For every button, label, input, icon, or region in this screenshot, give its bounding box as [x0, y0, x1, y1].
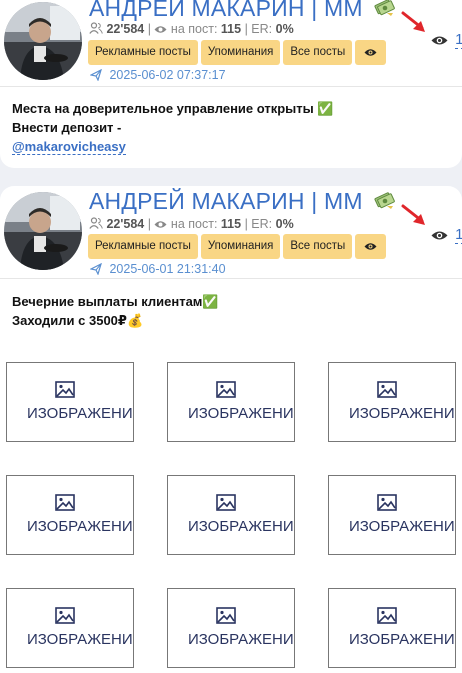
image-placeholder[interactable]: ИЗОБРАЖЕНИЕ	[6, 588, 134, 668]
image-placeholder[interactable]: ИЗОБРАЖЕНИЕ	[167, 362, 295, 442]
image-grid: ИЗОБРАЖЕНИЕ ИЗОБРАЖЕНИЕ ИЗОБРАЖЕНИЕ ИЗОБ…	[6, 362, 462, 673]
eye-icon	[431, 36, 448, 45]
image-label: ИЗОБРАЖЕНИЕ	[27, 405, 134, 422]
ads-posts-button[interactable]: Рекламные посты	[88, 234, 198, 259]
all-posts-button[interactable]: Все посты	[283, 234, 353, 259]
image-label: ИЗОБРАЖЕНИЕ	[27, 631, 134, 648]
image-placeholder[interactable]: ИЗОБРАЖЕНИЕ	[328, 588, 456, 668]
post-text-line: Внести депозит -	[12, 120, 122, 135]
post-date-text: 2025-06-01 21:31:40	[109, 262, 226, 276]
views-count[interactable]: 1	[455, 31, 462, 49]
subscribers-count: 22'584	[106, 217, 145, 231]
eye-icon	[431, 231, 448, 240]
channel-link[interactable]: @makarovicheasy	[12, 139, 126, 155]
eye-icon	[154, 218, 167, 232]
all-posts-button[interactable]: Все посты	[283, 40, 353, 65]
channel-stats: 22'584 | на пост: 115 | ER: 0%	[89, 217, 294, 232]
users-icon	[89, 217, 103, 232]
users-icon	[89, 22, 103, 37]
channel-stats: 22'584 | на пост: 115 | ER: 0%	[89, 22, 294, 37]
image-placeholder-icon	[55, 607, 75, 624]
image-label: ИЗОБРАЖЕНИЕ	[349, 518, 456, 535]
image-label: ИЗОБРАЖЕНИЕ	[349, 631, 456, 648]
divider	[0, 86, 462, 87]
eye-icon	[364, 243, 377, 250]
separator: |	[244, 217, 248, 231]
post-text-line: Места на доверительное управление открыт…	[12, 101, 334, 116]
er-value: 0%	[275, 217, 294, 231]
eye-icon	[364, 49, 377, 56]
image-label: ИЗОБРАЖЕНИЕ	[27, 518, 134, 535]
eye-icon	[154, 23, 167, 37]
er-label: ER:	[251, 217, 273, 231]
mentions-button[interactable]: Упоминания	[200, 40, 281, 65]
image-placeholder-icon	[216, 607, 236, 624]
per-post-label: на пост:	[170, 217, 218, 231]
channel-title[interactable]: АНДРЕЙ МАКАРИН | ММ	[89, 0, 396, 24]
red-arrow-annotation	[401, 204, 425, 225]
channel-title-text[interactable]: АНДРЕЙ МАКАРИН | ММ	[89, 0, 363, 21]
image-placeholder-icon	[216, 494, 236, 511]
post-filter-buttons: Рекламные посты Упоминания Все посты	[88, 40, 387, 65]
image-label: ИЗОБРАЖЕНИЕ	[188, 405, 295, 422]
view-post-button[interactable]	[355, 40, 387, 65]
image-placeholder[interactable]: ИЗОБРАЖЕНИЕ	[6, 475, 134, 555]
views-counter[interactable]: 1	[431, 31, 462, 49]
money-emoji-icon	[373, 189, 396, 217]
view-post-button[interactable]	[355, 234, 387, 259]
post-text-line: Заходили с 3500₽💰	[12, 313, 144, 328]
per-post-value: 115	[220, 217, 242, 231]
image-placeholder-icon	[377, 381, 397, 398]
subscribers-count: 22'584	[106, 22, 145, 36]
per-post-value: 115	[220, 22, 242, 36]
image-placeholder-icon	[55, 381, 75, 398]
views-counter[interactable]: 1	[431, 226, 462, 244]
image-label: ИЗОБРАЖЕНИЕ	[188, 631, 295, 648]
image-placeholder[interactable]: ИЗОБРАЖЕНИЕ	[167, 475, 295, 555]
post-text: Места на доверительное управление открыт…	[12, 99, 334, 156]
send-icon	[89, 68, 102, 84]
image-placeholder-icon	[377, 607, 397, 624]
image-placeholder-icon	[216, 381, 236, 398]
image-label: ИЗОБРАЖЕНИЕ	[349, 405, 456, 422]
channel-avatar[interactable]	[4, 2, 82, 80]
post-text: Вечерние выплаты клиентам✅ Заходили с 35…	[12, 292, 219, 330]
image-label: ИЗОБРАЖЕНИЕ	[188, 518, 295, 535]
channel-title[interactable]: АНДРЕЙ МАКАРИН | ММ	[89, 188, 396, 217]
post-text-line: Вечерние выплаты клиентам✅	[12, 294, 219, 309]
image-placeholder[interactable]: ИЗОБРАЖЕНИЕ	[6, 362, 134, 442]
image-placeholder[interactable]: ИЗОБРАЖЕНИЕ	[328, 475, 456, 555]
post-filter-buttons: Рекламные посты Упоминания Все посты	[88, 234, 387, 259]
image-placeholder-icon	[55, 494, 75, 511]
send-icon	[89, 262, 102, 278]
er-label: ER:	[251, 22, 273, 36]
post-date: 2025-06-02 07:37:17	[89, 68, 226, 84]
er-value: 0%	[275, 22, 294, 36]
views-count[interactable]: 1	[455, 226, 462, 244]
ads-posts-button[interactable]: Рекламные посты	[88, 40, 198, 65]
channel-avatar[interactable]	[4, 192, 82, 270]
image-placeholder[interactable]: ИЗОБРАЖЕНИЕ	[328, 362, 456, 442]
image-placeholder-icon	[377, 494, 397, 511]
post-date: 2025-06-01 21:31:40	[89, 262, 226, 278]
per-post-label: на пост:	[170, 22, 218, 36]
mentions-button[interactable]: Упоминания	[200, 234, 281, 259]
divider	[0, 278, 462, 279]
post-date-text: 2025-06-02 07:37:17	[109, 68, 226, 82]
separator: |	[147, 22, 151, 36]
separator: |	[147, 217, 151, 231]
image-placeholder[interactable]: ИЗОБРАЖЕНИЕ	[167, 588, 295, 668]
separator: |	[244, 22, 248, 36]
post-card: АНДРЕЙ МАКАРИН | ММ 22'584 | на пост: 11…	[0, 0, 462, 168]
channel-title-text[interactable]: АНДРЕЙ МАКАРИН | ММ	[89, 188, 363, 214]
post-card: АНДРЕЙ МАКАРИН | ММ 22'584 | на пост: 11…	[0, 186, 462, 673]
red-arrow-annotation	[401, 11, 425, 32]
money-emoji-icon	[373, 0, 396, 24]
